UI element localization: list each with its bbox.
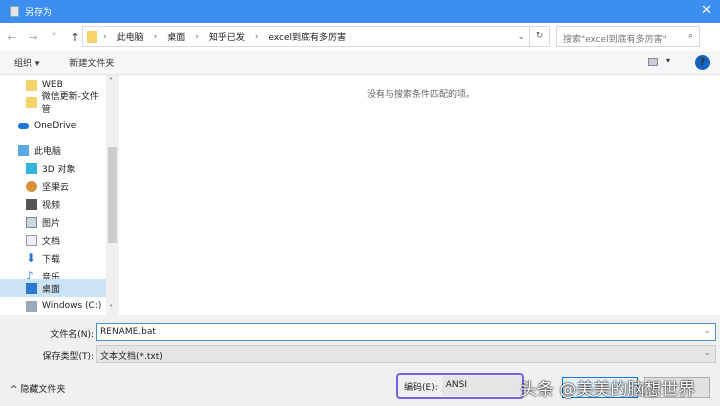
breadcrumb-item[interactable]: 桌面 (167, 30, 185, 43)
sidebar-item-desktop[interactable]: 桌面 (0, 279, 106, 297)
filename-value: RENAME.bat (100, 327, 156, 337)
close-button[interactable]: ✕ (701, 3, 712, 18)
sidebar-item-windows-c[interactable]: Windows (C:) (0, 297, 106, 315)
search-icon[interactable]: ⌕ (688, 31, 693, 41)
organize-button[interactable]: 组织 ▾ (14, 56, 39, 69)
folder-icon (26, 79, 37, 91)
chevron-down-icon: ⌄ (703, 348, 711, 358)
filename-input[interactable]: RENAME.bat ⌄ (96, 323, 716, 341)
navigation-pane: WEB 微信更新-文件管 OneDrive 此电脑 3D 对象 坚果云 视频 图… (0, 75, 120, 315)
title-bar: 另存为 ✕ (0, 0, 720, 23)
drive-icon (26, 300, 37, 312)
sidebar-item-label: 下载 (42, 254, 61, 265)
back-button[interactable]: ← (3, 31, 21, 44)
sidebar-item-label: 文档 (42, 236, 61, 247)
sidebar-item-videos[interactable]: 视频 (0, 195, 106, 213)
breadcrumb-item[interactable]: 此电脑 (117, 30, 144, 43)
help-button[interactable]: ? (695, 55, 710, 70)
address-bar[interactable]: › 此电脑 › 桌面 › 知乎已发 › excel到底有多厉害 ⌄ ↻ (82, 26, 550, 47)
breadcrumb-separator: › (153, 31, 158, 42)
sidebar-item-label: OneDrive (34, 121, 77, 131)
cube-icon (26, 162, 37, 174)
computer-icon (18, 144, 29, 156)
sidebar-item-nutstore[interactable]: 坚果云 (0, 177, 106, 195)
window-title: 另存为 (25, 8, 53, 18)
filename-label: 文件名(N): (50, 330, 94, 340)
filetype-value: 文本文档(*.txt) (100, 352, 163, 362)
sidebar-item-onedrive[interactable]: OneDrive (0, 117, 106, 135)
sidebar-item-downloads[interactable]: ⬇ 下载 (0, 249, 106, 267)
sidebar-scrollbar[interactable]: ˄ ˅ (106, 75, 119, 315)
chevron-down-icon[interactable]: ⌄ (703, 326, 711, 336)
scrollbar-thumb[interactable] (108, 147, 117, 243)
encoding-label: 编码(E): (404, 382, 438, 393)
nut-icon (26, 180, 37, 192)
sidebar-item-3d[interactable]: 3D 对象 (0, 159, 106, 177)
sidebar-item-label: 视频 (42, 200, 61, 211)
view-icon[interactable] (648, 58, 658, 66)
folder-icon (26, 96, 37, 108)
sidebar-item-documents[interactable]: 文档 (0, 231, 106, 249)
folder-icon (87, 30, 97, 43)
desktop-icon (26, 282, 37, 294)
watermark: 头条 @美美的脑想世界 (520, 380, 696, 400)
new-folder-button[interactable]: 新建文件夹 (69, 56, 114, 69)
hide-folders-button[interactable]: ^ 隐藏文件夹 (10, 382, 65, 395)
breadcrumb-separator: › (195, 31, 199, 42)
encoding-select[interactable]: ANSI (441, 376, 522, 396)
breadcrumb-separator: › (103, 31, 107, 42)
refresh-button[interactable]: ↻ (529, 27, 549, 46)
sidebar-item-label: 此电脑 (34, 146, 62, 157)
view-dropdown[interactable]: ▾ (666, 56, 670, 65)
file-list[interactable]: 没有与搜索条件匹配的项。 (120, 75, 720, 315)
document-icon (10, 6, 19, 17)
save-form: 文件名(N): RENAME.bat ⌄ 保存类型(T): 文本文档(*.txt)… (0, 315, 720, 406)
toolbar: 组织 ▾ 新建文件夹 ▾ ? (0, 51, 720, 75)
sidebar-item-label: 坚果云 (42, 182, 70, 193)
picture-icon (26, 216, 37, 228)
download-icon: ⬇ (26, 250, 37, 265)
scroll-up-icon[interactable]: ˄ (109, 77, 113, 86)
chevron-down-icon[interactable]: ⌄ (517, 32, 525, 42)
document-icon (26, 234, 37, 246)
navigation-bar: ← → ˅ ↑ › 此电脑 › 桌面 › 知乎已发 › excel到底有多厉害 … (0, 23, 720, 51)
breadcrumb-separator: › (254, 31, 259, 42)
sidebar-item-pictures[interactable]: 图片 (0, 213, 106, 231)
sidebar-item-label: 微信更新-文件管 (41, 92, 99, 115)
search-placeholder: 搜索"excel到底有多厉害" (563, 35, 667, 45)
filetype-select[interactable]: 文本文档(*.txt) ⌄ (96, 345, 716, 363)
sidebar-item-this-pc[interactable]: 此电脑 (0, 141, 106, 159)
sidebar-item-label: 3D 对象 (42, 164, 76, 175)
breadcrumb-item[interactable]: 知乎已发 (209, 30, 245, 43)
encoding-group: 编码(E): ANSI (396, 373, 524, 399)
sidebar-item-wechat[interactable]: 微信更新-文件管 (0, 92, 106, 115)
sidebar-item-label: 图片 (42, 218, 61, 229)
cloud-icon (18, 123, 29, 129)
filetype-label: 保存类型(T): (42, 352, 94, 362)
scroll-down-icon[interactable]: ˅ (109, 304, 113, 313)
sidebar-item-label: 桌面 (42, 284, 61, 295)
breadcrumb-item[interactable]: excel到底有多厉害 (268, 30, 346, 43)
empty-message: 没有与搜索条件匹配的项。 (367, 90, 476, 100)
recent-locations-button[interactable]: ˅ (45, 31, 63, 44)
sidebar-item-label: Windows (C:) (42, 301, 102, 311)
search-input[interactable]: 搜索"excel到底有多厉害" ⌕ (556, 26, 700, 47)
forward-button[interactable]: → (24, 31, 42, 44)
video-icon (26, 198, 37, 210)
